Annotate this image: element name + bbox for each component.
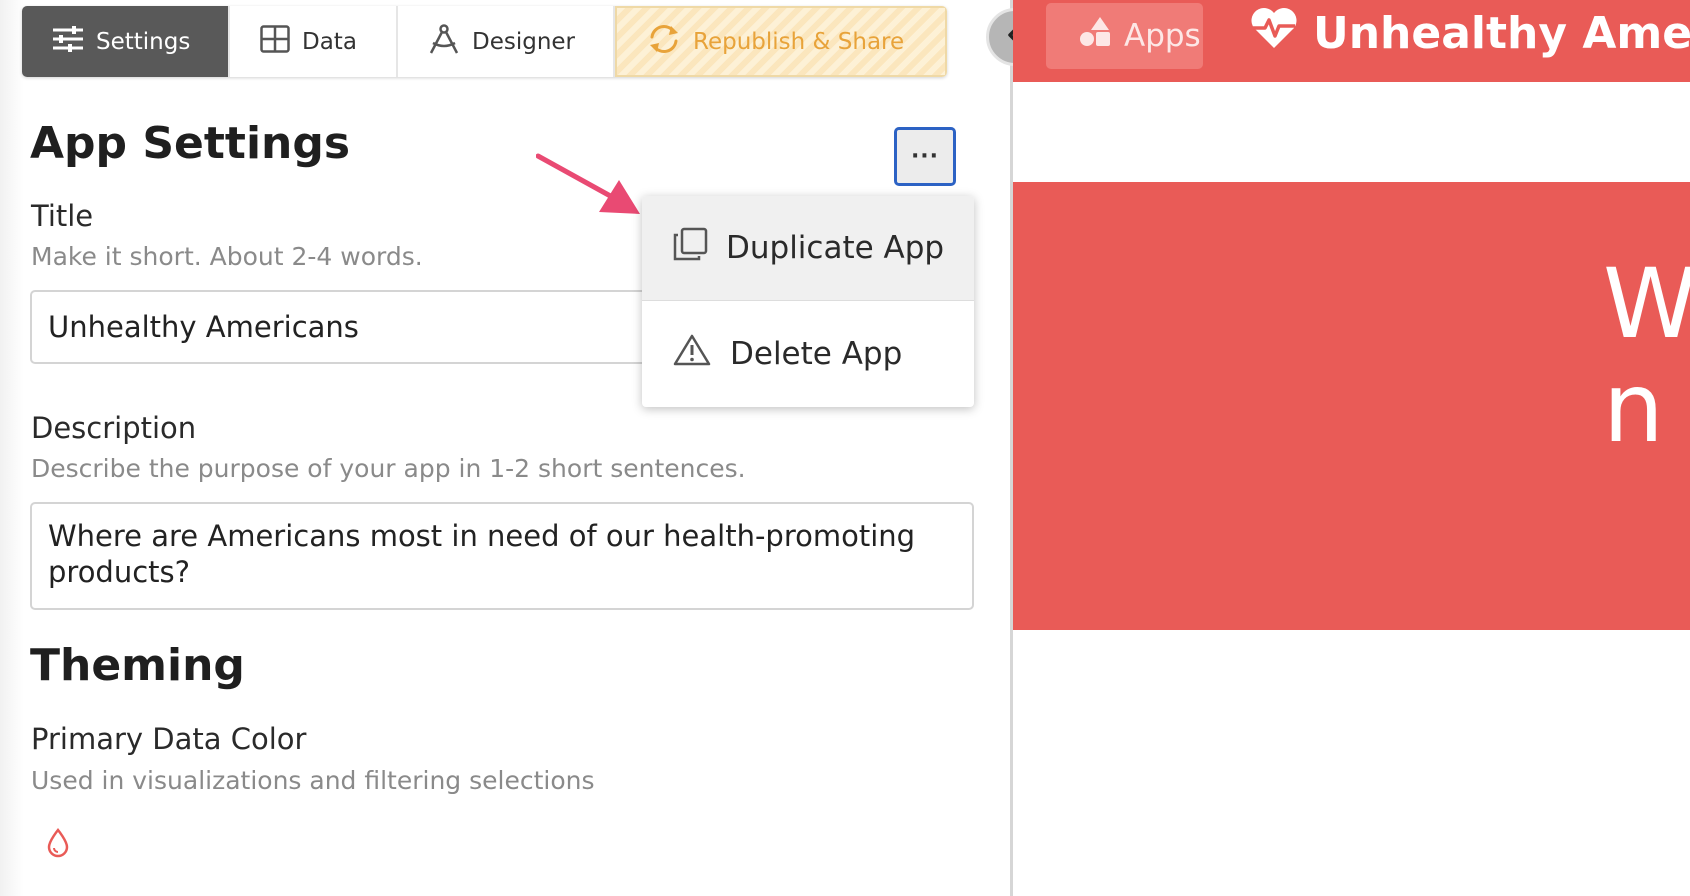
app-title: Unhealthy Amer — [1249, 6, 1690, 61]
title-hint: Make it short. About 2-4 words. — [31, 242, 423, 271]
title-input-value: Unhealthy Americans — [48, 310, 359, 344]
page-title: App Settings — [30, 118, 351, 169]
tab-republish-share[interactable]: Republish & Share — [615, 6, 947, 77]
copy-icon — [672, 227, 708, 269]
tab-data-label: Data — [302, 28, 357, 55]
settings-panel: Settings Data Designer Republish & Share… — [0, 0, 1011, 896]
tab-settings-label: Settings — [96, 28, 191, 55]
tab-data[interactable]: Data — [230, 6, 398, 77]
tab-republish-label: Republish & Share — [693, 28, 905, 55]
more-options-button[interactable]: ··· — [894, 127, 956, 186]
app-header: Apps Unhealthy Amer — [1013, 0, 1690, 82]
shapes-icon — [1078, 16, 1112, 56]
hero-banner: Wh n — [1013, 182, 1690, 630]
hero-text: Wh n — [1603, 248, 1690, 464]
color-drop-icon[interactable] — [46, 828, 70, 862]
editor-tabbar: Settings Data Designer Republish & Share — [22, 6, 947, 77]
tab-designer[interactable]: Designer — [398, 6, 615, 77]
apps-label: Apps — [1124, 18, 1201, 54]
description-value: Where are Americans most in need of our … — [48, 519, 916, 589]
duplicate-app-label: Duplicate App — [726, 230, 945, 266]
primary-color-label: Primary Data Color — [31, 722, 307, 756]
tab-designer-label: Designer — [472, 28, 576, 55]
theming-heading: Theming — [30, 640, 245, 691]
delete-app-label: Delete App — [730, 335, 903, 372]
primary-color-hint: Used in visualizations and filtering sel… — [31, 766, 595, 795]
delete-app-menu-item[interactable]: Delete App — [642, 301, 974, 406]
description-hint: Describe the purpose of your app in 1-2 … — [31, 454, 746, 483]
warning-icon — [672, 333, 712, 375]
tab-settings[interactable]: Settings — [22, 6, 230, 77]
app-preview: Apps Unhealthy Amer Wh n — [1013, 0, 1690, 896]
app-title-text: Unhealthy Amer — [1313, 8, 1690, 59]
title-label: Title — [31, 199, 94, 233]
sliders-icon — [52, 25, 84, 59]
refresh-icon — [647, 23, 681, 61]
annotation-arrow-icon — [535, 150, 646, 224]
description-label: Description — [31, 411, 197, 445]
compass-icon — [428, 23, 460, 60]
heartbeat-icon — [1249, 6, 1299, 61]
description-textarea[interactable]: Where are Americans most in need of our … — [30, 502, 974, 610]
ellipsis-icon: ··· — [910, 144, 940, 169]
apps-button[interactable]: Apps — [1046, 3, 1203, 69]
duplicate-app-menu-item[interactable]: Duplicate App — [642, 196, 974, 301]
more-options-menu: Duplicate App Delete App — [642, 196, 974, 407]
grid-icon — [260, 24, 290, 59]
